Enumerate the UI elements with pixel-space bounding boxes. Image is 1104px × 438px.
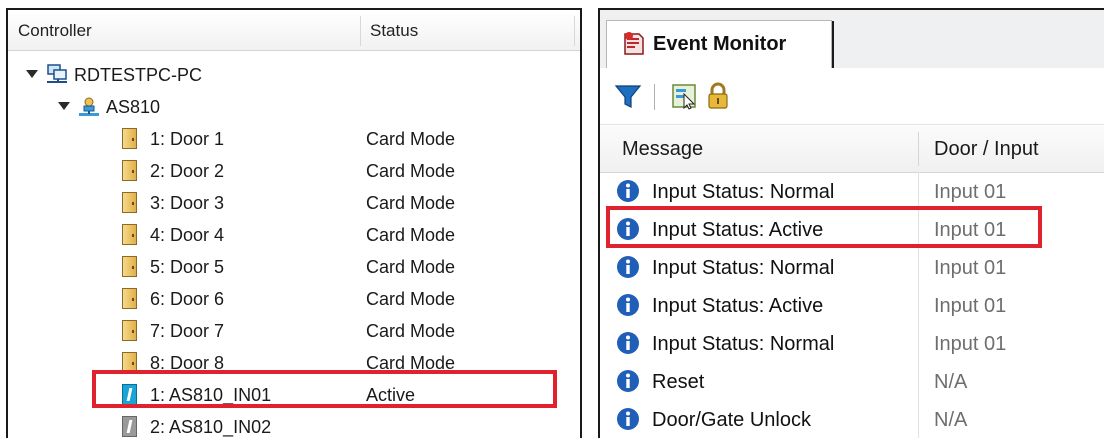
column-divider — [918, 400, 919, 438]
door-input-column-header[interactable]: Door / Input — [934, 138, 1039, 161]
door-label: 7: Door 7 — [150, 321, 225, 341]
filter-icon[interactable] — [614, 82, 642, 110]
expand-arrow-icon[interactable] — [26, 70, 38, 78]
column-divider[interactable] — [574, 16, 575, 46]
door-status: Card Mode — [366, 225, 456, 245]
column-divider — [918, 172, 919, 210]
event-row[interactable]: Reset N/A — [600, 362, 1104, 400]
controller-label: AS810 — [106, 97, 161, 117]
controller-column-header[interactable]: Controller — [18, 21, 92, 41]
event-door-input: N/A — [934, 371, 968, 393]
door-status: Card Mode — [366, 289, 456, 309]
tree-item-door[interactable]: 1: Door 1 Card Mode — [8, 124, 580, 154]
event-door-input: N/A — [934, 409, 968, 431]
event-door-input: Input 01 — [934, 257, 1007, 279]
event-message: Input Status: Normal — [652, 333, 835, 355]
door-label: 1: Door 1 — [150, 129, 225, 149]
column-divider — [918, 324, 919, 362]
tree-node-pc[interactable]: RDTESTPC-PC — [8, 60, 580, 90]
event-door-input: Input 01 — [934, 333, 1007, 355]
info-icon — [617, 408, 639, 430]
door-icon — [122, 160, 137, 181]
highlight-box — [606, 206, 1042, 248]
message-column-header[interactable]: Message — [622, 138, 703, 161]
highlight-box — [92, 370, 557, 408]
tab-strip: Event Monitor — [600, 10, 1104, 69]
tree-node-controller[interactable]: AS810 — [8, 92, 580, 122]
info-icon — [617, 370, 639, 392]
event-message: Reset — [652, 371, 705, 393]
controller-icon — [79, 97, 99, 116]
toolbar-separator — [654, 84, 655, 110]
info-icon — [617, 180, 639, 202]
door-label: 6: Door 6 — [150, 289, 225, 309]
door-status: Card Mode — [366, 161, 456, 181]
event-row[interactable]: Input Status: Normal Input 01 — [600, 324, 1104, 362]
event-row[interactable]: Input Status: Normal Input 01 — [600, 172, 1104, 210]
door-icon — [122, 192, 137, 213]
door-icon — [122, 288, 137, 309]
tree-column-header: Controller Status — [8, 10, 580, 51]
door-status: Card Mode — [366, 257, 456, 277]
door-status: Card Mode — [366, 321, 456, 341]
door-status: Card Mode — [366, 193, 456, 213]
computer-network-icon — [47, 64, 67, 83]
status-column-header[interactable]: Status — [370, 21, 418, 41]
event-message: Input Status: Active — [652, 295, 824, 317]
info-icon — [617, 332, 639, 354]
event-message: Input Status: Normal — [652, 257, 835, 279]
door-icon — [122, 128, 137, 149]
tab-event-monitor[interactable]: Event Monitor — [606, 20, 834, 69]
input-label: 2: AS810_IN02 — [150, 417, 272, 437]
door-status: Card Mode — [366, 129, 456, 149]
event-message: Input Status: Normal — [652, 181, 835, 203]
event-message: Door/Gate Unlock — [652, 409, 811, 431]
info-icon — [617, 256, 639, 278]
door-label: 3: Door 3 — [150, 193, 225, 213]
door-label: 5: Door 5 — [150, 257, 225, 277]
tab-divider — [832, 21, 834, 69]
column-divider — [918, 362, 919, 400]
event-monitor-icon — [624, 32, 644, 55]
column-divider[interactable] — [360, 16, 361, 46]
door-icon — [122, 256, 137, 277]
door-label: 4: Door 4 — [150, 225, 225, 245]
pc-label: RDTESTPC-PC — [74, 65, 203, 85]
expand-arrow-icon[interactable] — [58, 102, 70, 110]
select-icon[interactable] — [670, 82, 698, 110]
column-divider[interactable] — [918, 132, 919, 166]
tree-item-door[interactable]: 6: Door 6 Card Mode — [8, 284, 580, 314]
tree-item-door[interactable]: 7: Door 7 Card Mode — [8, 316, 580, 346]
event-door-input: Input 01 — [934, 295, 1007, 317]
door-icon — [122, 320, 137, 341]
column-divider — [918, 286, 919, 324]
tree-item-input[interactable]: 2: AS810_IN02 — [8, 412, 580, 438]
event-row[interactable]: Input Status: Active Input 01 — [600, 286, 1104, 324]
tree-item-door[interactable]: 4: Door 4 Card Mode — [8, 220, 580, 250]
toolbar — [600, 68, 1104, 125]
tree-item-door[interactable]: 5: Door 5 Card Mode — [8, 252, 580, 282]
event-door-input: Input 01 — [934, 181, 1007, 203]
door-label: 2: Door 2 — [150, 161, 225, 181]
door-icon — [122, 224, 137, 245]
input-inactive-icon — [122, 416, 137, 437]
lock-icon[interactable] — [704, 82, 732, 110]
column-divider — [918, 248, 919, 286]
tab-label: Event Monitor — [653, 33, 787, 55]
info-icon — [617, 294, 639, 316]
tree-item-door[interactable]: 2: Door 2 Card Mode — [8, 156, 580, 186]
tree-item-door[interactable]: 3: Door 3 Card Mode — [8, 188, 580, 218]
event-grid-header: Message Door / Input — [600, 126, 1104, 173]
event-row[interactable]: Door/Gate Unlock N/A — [600, 400, 1104, 438]
event-row[interactable]: Input Status: Normal Input 01 — [600, 248, 1104, 286]
